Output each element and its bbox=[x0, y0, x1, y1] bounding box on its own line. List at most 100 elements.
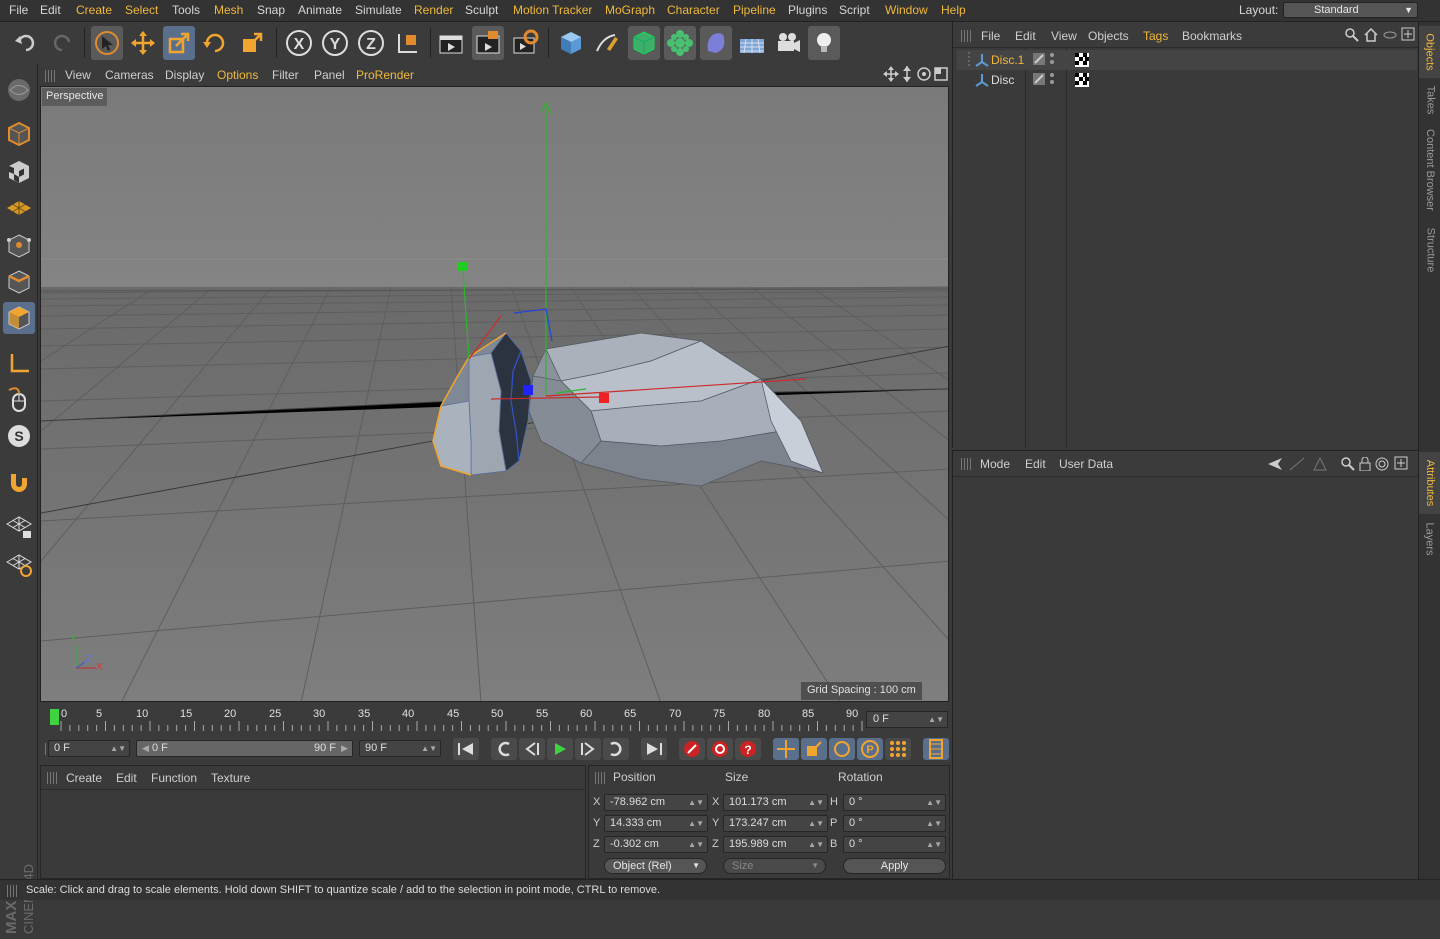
menu-mesh[interactable]: Mesh bbox=[214, 3, 243, 17]
size-x-field[interactable]: 101.173 cm ▲▼ bbox=[723, 794, 828, 811]
material-menu-create[interactable]: Create bbox=[66, 771, 102, 785]
layout-select[interactable]: Standard ▼ bbox=[1283, 2, 1418, 18]
cloner-icon[interactable] bbox=[664, 26, 696, 60]
up-arrow-icon[interactable] bbox=[1313, 456, 1327, 474]
material-tag-icon[interactable] bbox=[1075, 73, 1089, 90]
menu-snap[interactable]: Snap bbox=[257, 3, 285, 17]
menu-window[interactable]: Window bbox=[885, 3, 928, 17]
material-menu-edit[interactable]: Edit bbox=[116, 771, 137, 785]
redo-icon[interactable] bbox=[46, 26, 78, 60]
search-icon[interactable] bbox=[1341, 457, 1355, 474]
viewport-rotate-icon[interactable] bbox=[916, 66, 932, 85]
material-menu-texture[interactable]: Texture bbox=[211, 771, 250, 785]
light-icon[interactable] bbox=[808, 26, 840, 60]
playhead[interactable] bbox=[50, 709, 59, 725]
timeline-window-button[interactable] bbox=[923, 738, 949, 760]
viewport-menu-prorender[interactable]: ProRender bbox=[356, 68, 414, 82]
menu-edit[interactable]: Edit bbox=[40, 3, 61, 17]
deformer-icon[interactable] bbox=[700, 26, 732, 60]
menu-motion-tracker[interactable]: Motion Tracker bbox=[513, 3, 592, 17]
position-z-field[interactable]: -0.302 cm ▲▼ bbox=[604, 836, 708, 853]
subdivision-icon[interactable] bbox=[628, 26, 660, 60]
menu-plugins[interactable]: Plugins bbox=[788, 3, 827, 17]
rotate-icon[interactable] bbox=[199, 26, 231, 60]
menu-help[interactable]: Help bbox=[941, 3, 966, 17]
go-to-end-button[interactable] bbox=[641, 738, 667, 760]
viewport-menu-cameras[interactable]: Cameras bbox=[105, 68, 154, 82]
floor-icon[interactable] bbox=[736, 26, 768, 60]
menu-file[interactable]: File bbox=[9, 3, 28, 17]
record-active-objects-button[interactable] bbox=[679, 738, 705, 760]
points-mode-icon[interactable] bbox=[3, 230, 35, 262]
x-axis-icon[interactable]: X bbox=[283, 26, 315, 60]
lock-icon[interactable] bbox=[1359, 456, 1371, 474]
rotation-h-field[interactable]: 0 ° ▲▼ bbox=[843, 794, 946, 811]
key-rotation-button[interactable] bbox=[829, 738, 855, 760]
play-button[interactable] bbox=[547, 738, 573, 760]
viewport-menu-options[interactable]: Options bbox=[217, 68, 258, 82]
previous-frame-button[interactable] bbox=[519, 738, 545, 760]
workplane-lock-icon[interactable] bbox=[3, 510, 35, 542]
objects-menu-view[interactable]: View bbox=[1051, 29, 1077, 43]
start-frame-field[interactable]: 0 F ▲▼ bbox=[48, 740, 130, 757]
viewport-pan-icon[interactable] bbox=[883, 66, 899, 85]
position-x-field[interactable]: -78.962 cm ▲▼ bbox=[604, 794, 708, 811]
menu-sculpt[interactable]: Sculpt bbox=[465, 3, 498, 17]
viewport-menu-panel[interactable]: Panel bbox=[314, 68, 345, 82]
attributes-menu-mode[interactable]: Mode bbox=[980, 457, 1010, 471]
attributes-menu-user-data[interactable]: User Data bbox=[1059, 457, 1113, 471]
visibility-dots-icon[interactable] bbox=[1049, 52, 1055, 69]
key-parameter-button[interactable]: P bbox=[857, 738, 883, 760]
key-pla-button[interactable] bbox=[885, 738, 911, 760]
back-arrow-icon[interactable] bbox=[1267, 457, 1283, 474]
axis-mode-icon[interactable] bbox=[3, 348, 35, 380]
polygon-tag-icon[interactable] bbox=[1033, 73, 1045, 88]
material-tag-icon[interactable] bbox=[1075, 53, 1089, 70]
menu-mograph[interactable]: MoGraph bbox=[605, 3, 655, 17]
objects-menu-tags[interactable]: Tags bbox=[1143, 29, 1168, 43]
next-frame-button[interactable] bbox=[575, 738, 601, 760]
range-slider[interactable]: ◀ 0 F 90 F ▶ bbox=[136, 740, 353, 757]
menu-create[interactable]: Create bbox=[76, 3, 112, 17]
perspective-viewport[interactable] bbox=[40, 86, 949, 702]
target-icon[interactable] bbox=[1375, 457, 1389, 474]
tweak-mode-icon[interactable] bbox=[3, 384, 35, 416]
current-frame-field[interactable]: 0 F ▲▼ bbox=[866, 711, 948, 728]
autokeying-button[interactable] bbox=[707, 738, 733, 760]
objects-menu-bookmarks[interactable]: Bookmarks bbox=[1182, 29, 1242, 43]
tab-content-browser[interactable]: Content Browser bbox=[1419, 122, 1440, 218]
go-to-start-button[interactable] bbox=[453, 738, 479, 760]
previous-key-button[interactable] bbox=[491, 738, 517, 760]
texture-mode-icon[interactable] bbox=[3, 156, 35, 188]
menu-pipeline[interactable]: Pipeline bbox=[733, 3, 776, 17]
menu-render[interactable]: Render bbox=[414, 3, 453, 17]
position-y-field[interactable]: 14.333 cm ▲▼ bbox=[604, 815, 708, 832]
objects-menu-file[interactable]: File bbox=[981, 29, 1000, 43]
make-editable-icon[interactable] bbox=[3, 74, 35, 106]
rotation-p-field[interactable]: 0 ° ▲▼ bbox=[843, 815, 946, 832]
model-mode-icon[interactable] bbox=[3, 118, 35, 150]
menu-animate[interactable]: Animate bbox=[298, 3, 342, 17]
viewport-menu-view[interactable]: View bbox=[65, 68, 91, 82]
viewport-menu-display[interactable]: Display bbox=[165, 68, 204, 82]
rotation-b-field[interactable]: 0 ° ▲▼ bbox=[843, 836, 946, 853]
coordinate-system-icon[interactable] bbox=[392, 26, 424, 60]
objects-menu-objects[interactable]: Objects bbox=[1088, 29, 1129, 43]
camera-label[interactable]: Perspective bbox=[42, 88, 108, 106]
viewport-menu-filter[interactable]: Filter bbox=[272, 68, 299, 82]
objects-menu-edit[interactable]: Edit bbox=[1015, 29, 1036, 43]
timeline-ruler[interactable]: 0 5 10 15 20 25 30 35 40 45 50 55 60 65 … bbox=[40, 703, 950, 735]
move-icon[interactable] bbox=[127, 26, 159, 60]
coordinate-mode-select[interactable]: Object (Rel) ▼ bbox=[604, 858, 707, 874]
edges-mode-icon[interactable] bbox=[3, 266, 35, 298]
workplane-align-icon[interactable] bbox=[3, 548, 35, 580]
solo-icon[interactable]: S bbox=[3, 420, 35, 452]
snap-icon[interactable] bbox=[3, 466, 35, 498]
next-key-button[interactable] bbox=[603, 738, 629, 760]
link-icon[interactable] bbox=[1383, 28, 1397, 45]
viewport-zoom-icon[interactable] bbox=[900, 66, 914, 85]
search-icon[interactable] bbox=[1345, 28, 1359, 45]
tab-layers[interactable]: Layers bbox=[1419, 516, 1440, 562]
menu-select[interactable]: Select bbox=[125, 3, 158, 17]
keyframe-selection-button[interactable]: ? bbox=[735, 738, 761, 760]
